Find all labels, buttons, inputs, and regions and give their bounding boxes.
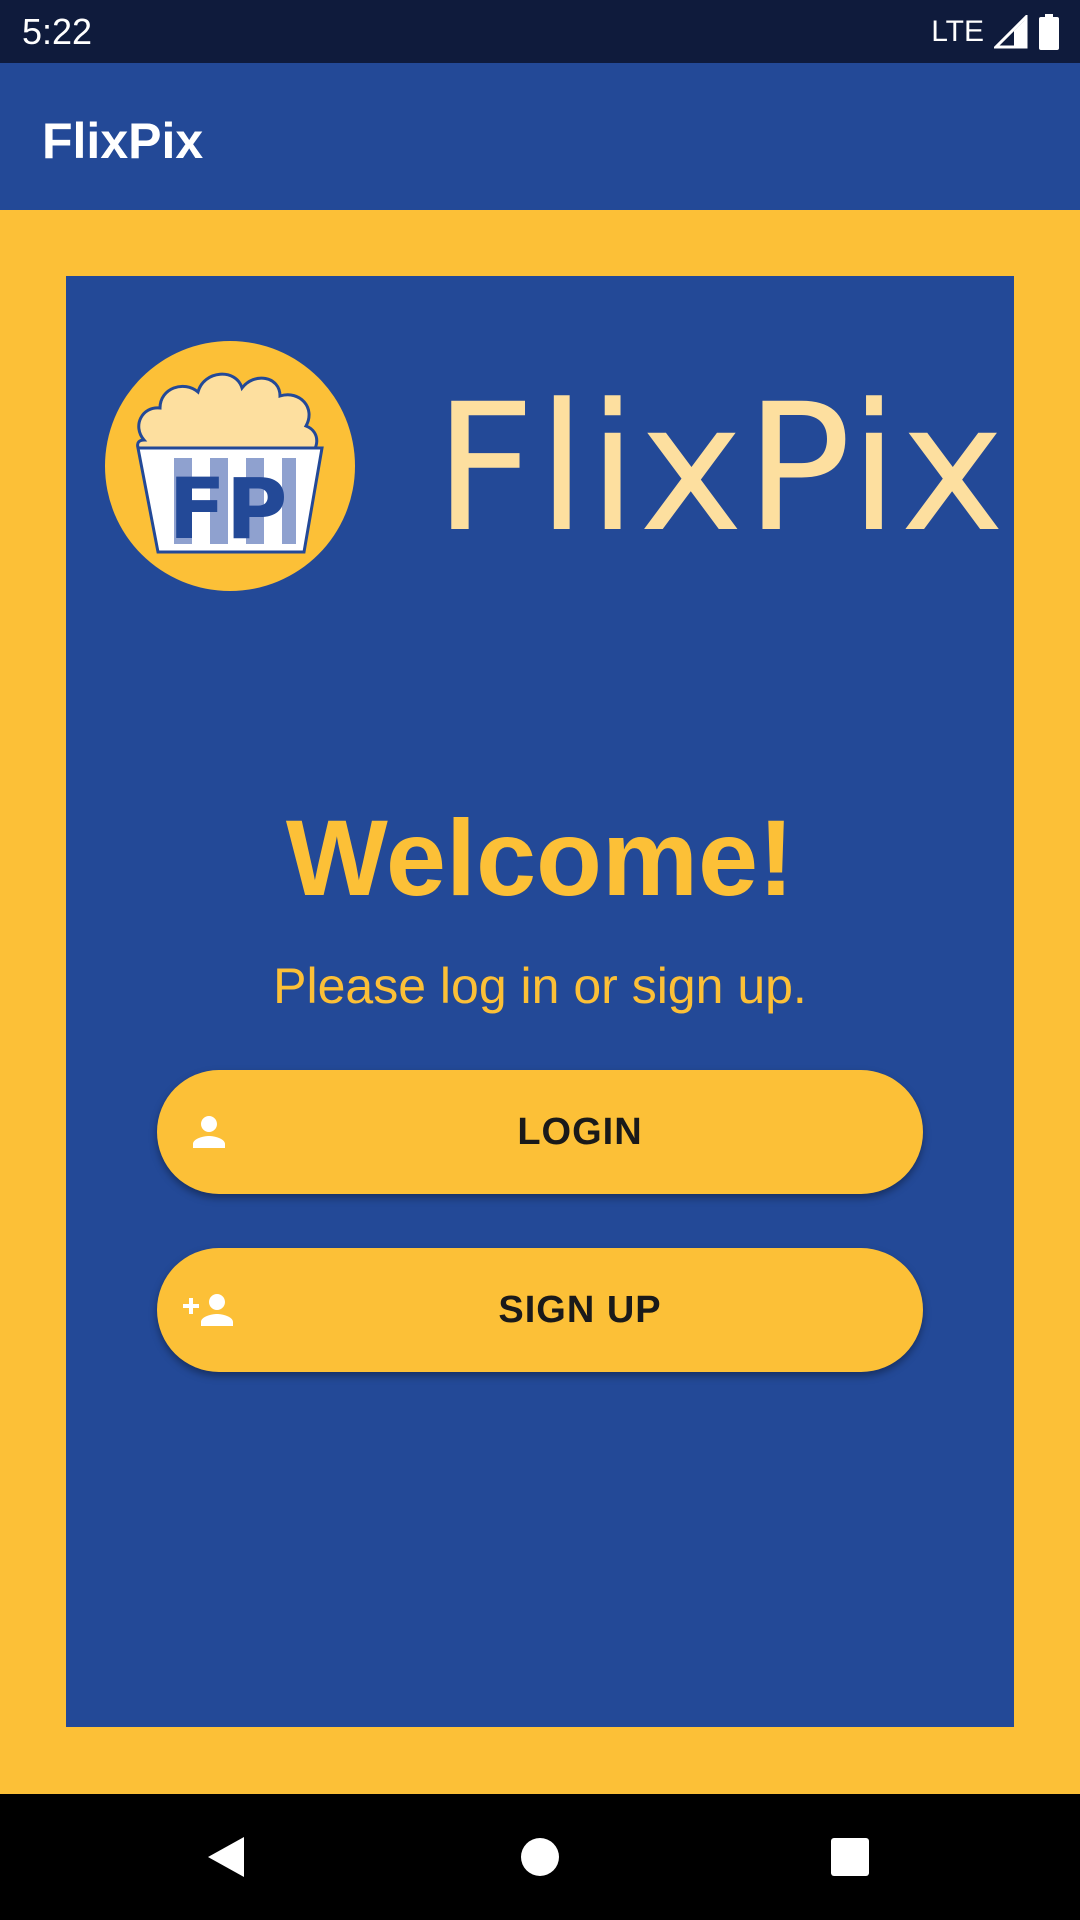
status-icons: LTE	[931, 12, 1060, 52]
flixpix-logo: FP FlixPix	[104, 340, 1005, 600]
signup-button[interactable]: SIGN UP	[157, 1248, 923, 1372]
home-icon[interactable]	[510, 1827, 570, 1887]
network-type: LTE	[931, 15, 984, 48]
welcome-heading: Welcome!	[285, 797, 795, 918]
navigation-bar	[0, 1794, 1080, 1920]
app-title: FlixPix	[42, 113, 204, 169]
recents-icon[interactable]	[820, 1827, 880, 1887]
status-bar: 5:22 LTE	[0, 0, 1080, 63]
battery-icon	[1039, 14, 1059, 50]
signup-label: SIGN UP	[498, 1289, 662, 1331]
person-add-icon	[183, 1294, 233, 1326]
signal-icon	[994, 15, 1028, 49]
logo-badge-letters: FP	[169, 460, 288, 558]
popcorn-bucket-icon: FP	[105, 341, 355, 591]
app-bar: FlixPix	[0, 63, 1080, 210]
status-time: 5:22	[22, 11, 93, 52]
login-label: LOGIN	[517, 1111, 643, 1153]
welcome-card: FP FlixPix Welcome! Please log in or sig…	[66, 276, 1014, 1727]
logo-wordmark: FlixPix	[434, 366, 1007, 571]
person-icon	[193, 1116, 225, 1148]
screen: 5:22 LTE FlixPix FP FlixPix Welcome! Ple…	[0, 0, 1080, 1920]
login-button[interactable]: LOGIN	[157, 1070, 923, 1194]
welcome-subtitle: Please log in or sign up.	[273, 958, 807, 1014]
back-icon[interactable]	[196, 1827, 256, 1887]
